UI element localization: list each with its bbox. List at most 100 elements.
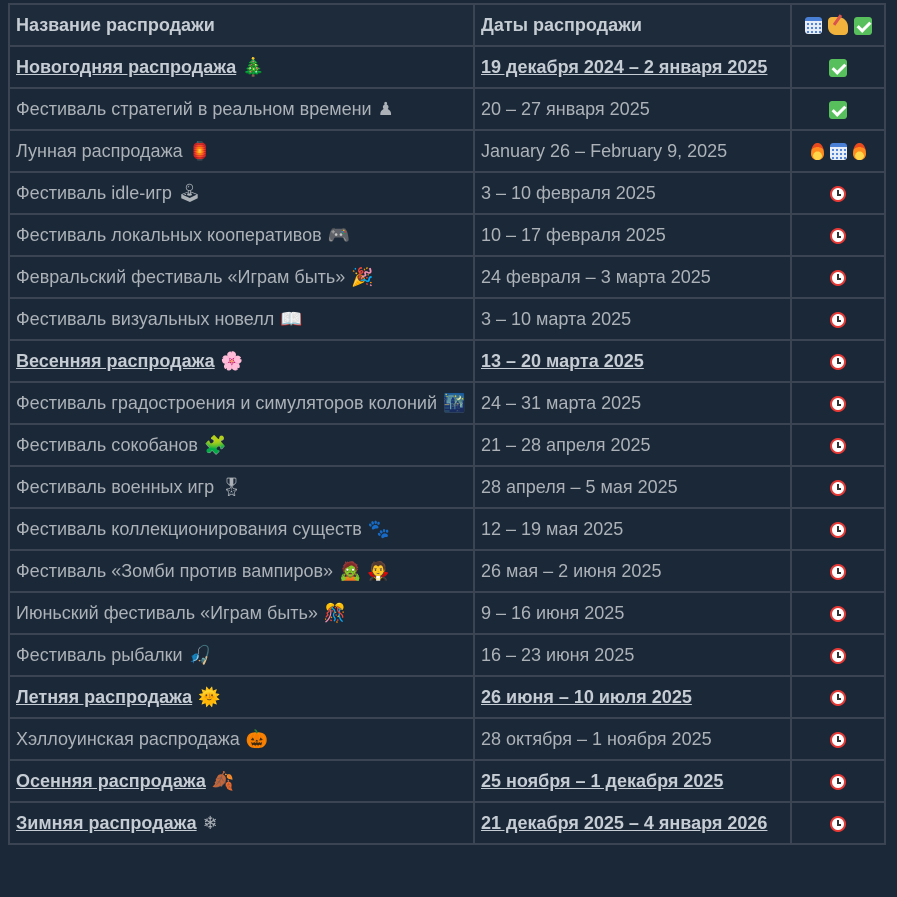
sale-name-link[interactable]: Летняя распродажа	[16, 687, 192, 707]
night-city-icon: 🌃	[443, 392, 466, 414]
sale-dates-link[interactable]: 13 – 20 марта 2025	[481, 351, 644, 371]
table-row: Новогодняя распродажа 🎄 19 декабря 2024 – …	[8, 45, 886, 89]
table-row: Июньский фестиваль «Играм быть» 🎊 9 – 16 и…	[8, 591, 886, 635]
sale-name-cell: Фестиваль idle-игр 🕹	[8, 171, 475, 215]
sale-dates-cell: 9 – 16 июня 2025	[473, 591, 792, 635]
table-row: Фестиваль рыбалки 🎣 16 – 23 июня 2025	[8, 633, 886, 677]
sale-dates-link[interactable]: 25 ноября – 1 декабря 2025	[481, 771, 723, 791]
sale-name-cell: Весенняя распродажа 🌸	[8, 339, 475, 383]
game-controller-icon: 🎮	[327, 224, 351, 246]
sale-status-cell	[790, 759, 886, 803]
alarm-clock-icon	[830, 351, 846, 372]
sale-dates: 28 октября – 1 ноября 2025	[481, 728, 712, 749]
sale-name-cell: Февральский фестиваль «Играм быть» 🎉	[8, 255, 475, 299]
table-row: Фестиваль стратегий в реальном времени ♟ 2…	[8, 87, 886, 131]
column-header-dates: Даты распродажи	[473, 3, 792, 47]
sale-name: Фестиваль локальных кооперативов	[16, 224, 322, 245]
sale-name-cell: Летняя распродажа 🌞	[8, 675, 475, 719]
sale-name-cell: Фестиваль сокобанов 🧩	[8, 423, 475, 467]
sale-status-cell	[790, 633, 886, 677]
table-row: Весенняя распродажа 🌸 13 – 20 марта 2025	[8, 339, 886, 383]
table-row: Февральский фестиваль «Играм быть» 🎉 24 фе…	[8, 255, 886, 299]
sale-dates-cell: 26 мая – 2 июня 2025	[473, 549, 792, 593]
table-row: Фестиваль военных игр 🎖 28 апреля – 5 мая …	[8, 465, 886, 509]
sale-dates: 28 апреля – 5 мая 2025	[481, 476, 678, 497]
sale-name-link[interactable]: Осенняя распродажа	[16, 771, 206, 791]
sale-name-cell: Фестиваль визуальных новелл 📖	[8, 297, 475, 341]
table-row: Летняя распродажа 🌞 26 июня – 10 июля 2025	[8, 675, 886, 719]
sale-name-link[interactable]: Зимняя распродажа	[16, 813, 197, 833]
christmas-tree-icon: 🎄	[242, 56, 265, 78]
sale-name: Фестиваль визуальных новелл	[16, 308, 275, 329]
open-book-icon: 📖	[280, 308, 303, 330]
party-popper-icon: 🎉	[351, 266, 374, 288]
alarm-clock-icon	[830, 603, 846, 624]
sale-name: Фестиваль «Зомби против вампиров»	[16, 560, 334, 581]
sale-status-cell	[790, 423, 886, 467]
sale-dates-cell: 21 – 28 апреля 2025	[473, 423, 792, 467]
calendar-icon	[804, 15, 822, 36]
alarm-clock-icon	[830, 561, 846, 582]
sale-dates: 24 февраля – 3 марта 2025	[481, 266, 711, 287]
sale-name-link[interactable]: Весенняя распродажа	[16, 351, 215, 371]
snowflake-icon: ❄	[202, 812, 218, 834]
column-header-status	[790, 3, 886, 47]
writing-hand-icon	[827, 15, 848, 36]
sale-dates-cell: 26 июня – 10 июля 2025	[473, 675, 792, 719]
sale-status-cell	[790, 549, 886, 593]
sale-name-cell: Фестиваль рыбалки 🎣	[8, 633, 475, 677]
fishing-pole-icon: 🎣	[188, 644, 211, 666]
sale-dates: 3 – 10 марта 2025	[481, 308, 632, 329]
sale-name: Лунная распродажа	[16, 140, 183, 161]
sale-name-link[interactable]: Новогодняя распродажа	[16, 57, 236, 77]
sale-name-cell: Фестиваль стратегий в реальном времени ♟	[8, 87, 475, 131]
sale-dates: 9 – 16 июня 2025	[481, 602, 625, 623]
jack-o-lantern-icon: 🎃	[245, 728, 269, 750]
table-row: Фестиваль сокобанов 🧩 21 – 28 апреля 2025	[8, 423, 886, 467]
sale-dates-cell: 13 – 20 марта 2025	[473, 339, 792, 383]
sale-status-cell	[790, 129, 886, 173]
sale-dates-cell: January 26 – February 9, 2025	[473, 129, 792, 173]
sale-dates-link[interactable]: 19 декабря 2024 – 2 января 2025	[481, 57, 767, 77]
table-row: Осенняя распродажа 🍂 25 ноября – 1 декабря…	[8, 759, 886, 803]
sale-name-cell: Июньский фестиваль «Играм быть» 🎊	[8, 591, 475, 635]
sale-dates: January 26 – February 9, 2025	[481, 140, 728, 161]
table-row: Фестиваль градостроения и симуляторов ко…	[8, 381, 886, 425]
check-mark-icon	[853, 15, 872, 36]
sale-dates-link[interactable]: 26 июня – 10 июля 2025	[481, 687, 692, 707]
sale-name: Фестиваль рыбалки	[16, 644, 183, 665]
alarm-clock-icon	[830, 519, 846, 540]
sale-dates-cell: 21 декабря 2025 – 4 января 2026	[473, 801, 792, 845]
sale-dates-cell: 19 декабря 2024 – 2 января 2025	[473, 45, 792, 89]
sale-dates-cell: 16 – 23 июня 2025	[473, 633, 792, 677]
table-row: Фестиваль коллекционирования существ 🐾 12 …	[8, 507, 886, 551]
alarm-clock-icon	[830, 225, 846, 246]
sale-name: Фестиваль idle-игр	[16, 182, 172, 203]
sale-name-cell: Осенняя распродажа 🍂	[8, 759, 475, 803]
sale-dates-link[interactable]: 21 декабря 2025 – 4 января 2026	[481, 813, 767, 833]
calendar-icon	[829, 141, 847, 162]
chess-pawn-icon: ♟	[377, 98, 394, 120]
table-row: Хэллоуинская распродажа 🎃 28 октября – 1 н…	[8, 717, 886, 761]
check-mark-icon	[829, 57, 847, 78]
sales-table-container: Название распродажи Даты распродажи Ново…	[8, 3, 886, 845]
sale-status-cell	[790, 339, 886, 383]
sale-status-cell	[790, 675, 886, 719]
zombie-vampire-icon: 🧟 🧛	[339, 560, 390, 582]
sale-status-cell	[790, 717, 886, 761]
fire-icon	[852, 141, 866, 162]
sale-name: Февральский фестиваль «Играм быть»	[16, 266, 346, 287]
sale-dates-cell: 10 – 17 февраля 2025	[473, 213, 792, 257]
sale-dates-cell: 3 – 10 марта 2025	[473, 297, 792, 341]
sale-dates: 21 – 28 апреля 2025	[481, 434, 651, 455]
column-header-name: Название распродажи	[8, 3, 475, 47]
sale-name-cell: Новогодняя распродажа 🎄	[8, 45, 475, 89]
sale-dates: 20 – 27 января 2025	[481, 98, 650, 119]
table-row: Фестиваль локальных кооперативов 🎮 10 – 17…	[8, 213, 886, 257]
sale-name-cell: Хэллоуинская распродажа 🎃	[8, 717, 475, 761]
sale-status-cell	[790, 87, 886, 131]
table-row: Фестиваль «Зомби против вампиров» 🧟 🧛 26 м…	[8, 549, 886, 593]
sale-name-cell: Фестиваль «Зомби против вампиров» 🧟 🧛	[8, 549, 475, 593]
sale-status-cell	[790, 591, 886, 635]
sale-name-cell: Фестиваль локальных кооперативов 🎮	[8, 213, 475, 257]
